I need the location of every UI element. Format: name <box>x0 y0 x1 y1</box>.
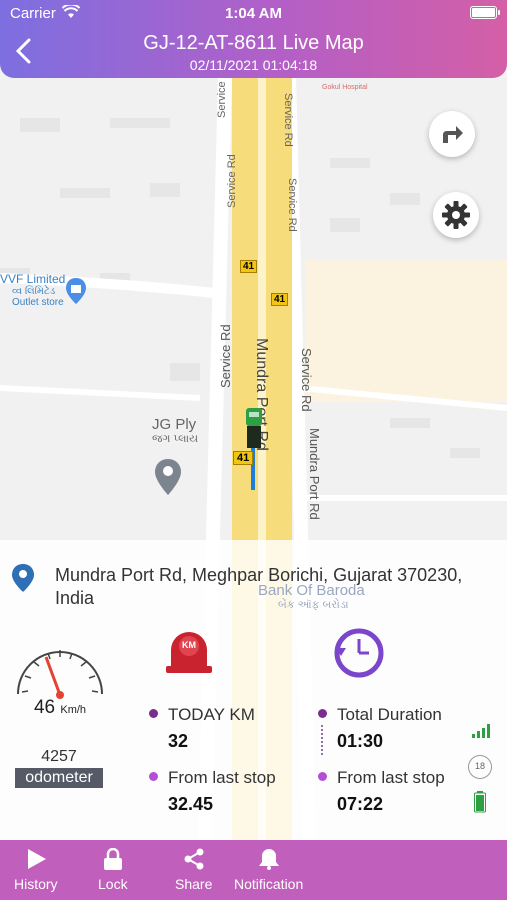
place-label: Bank Of Baroda બેંક ઑફ બરોડા <box>258 582 365 612</box>
app-header: Carrier 1:04 AM GJ-12-AT-8611 Live Map 0… <box>0 0 507 78</box>
tab-label: History <box>14 876 58 892</box>
tab-history[interactable]: History <box>14 848 58 892</box>
from-last-stop-km-value: 32.45 <box>168 794 214 814</box>
map-road-label: Mundra Port Rd <box>307 428 322 520</box>
highway-marker: 41 <box>233 451 254 465</box>
odometer-label: odometer <box>15 768 103 788</box>
place-name: VVF Limited <box>0 272 66 286</box>
share-icon <box>184 848 204 870</box>
clock-time: 1:04 AM <box>225 5 282 22</box>
tab-notification[interactable]: Notification <box>234 848 303 892</box>
km-meter-icon: KM <box>166 626 212 678</box>
map-road-label: Service Rd <box>226 154 238 208</box>
signal-strength-icon <box>472 724 490 738</box>
place-label: Gokul Hospital <box>322 84 368 91</box>
odometer-value: 4257 <box>41 748 77 765</box>
speed-unit: Km/h <box>60 704 87 716</box>
tab-label: Share <box>175 876 213 892</box>
lock-icon <box>103 848 122 870</box>
battery-icon <box>470 6 500 19</box>
directions-button[interactable] <box>429 111 475 157</box>
stat-label: TODAY KM <box>168 705 255 724</box>
page-title: GJ-12-AT-8611 Live Map <box>143 32 364 54</box>
place-subtitle: Outlet store <box>12 297 64 308</box>
place-label: VVF Limited વ્વ લિમિટેડ Outlet store <box>0 272 65 308</box>
page-datetime: 02/11/2021 01:04:18 <box>189 57 318 73</box>
vehicle-info-panel: Mundra Port Rd, Meghpar Borichi, Gujarat… <box>0 540 507 840</box>
play-icon <box>27 849 46 869</box>
shopping-bag-pin-icon[interactable] <box>66 278 86 304</box>
today-km-label: TODAY KM <box>149 705 255 725</box>
place-name-local: વ્વ લિમિટેડ <box>12 286 56 297</box>
location-pin-icon[interactable] <box>155 459 181 495</box>
gear-icon <box>442 201 470 229</box>
tab-label: Notification <box>234 876 304 892</box>
timeline-connector <box>321 725 323 755</box>
stat-label: From last stop <box>337 768 445 787</box>
tab-lock[interactable]: Lock <box>98 848 128 892</box>
total-duration-label: Total Duration <box>318 705 442 725</box>
place-label: JG Ply જગ પ્લાય <box>152 416 198 446</box>
place-name: Bank Of Baroda <box>258 582 365 599</box>
place-name-local: જગ પ્લાય <box>152 433 199 445</box>
tab-label: Lock <box>98 876 128 892</box>
location-pin-icon <box>12 564 34 592</box>
gps-satellite-icon: 18 <box>468 755 492 779</box>
from-last-stop-time-value: 07:22 <box>337 794 384 814</box>
speed-value: 46 <box>33 697 56 718</box>
place-name: JG Ply <box>152 416 197 433</box>
battery-icon <box>474 791 486 813</box>
turn-right-arrow-icon <box>443 126 463 143</box>
bell-icon <box>258 849 279 870</box>
bottom-tab-bar: History Lock Share Notification <box>0 840 507 900</box>
km-badge-text: KM <box>182 640 196 650</box>
place-name: Gokul Hospital <box>322 84 368 91</box>
truck-icon[interactable] <box>244 408 264 452</box>
today-km-value: 32 <box>168 731 189 751</box>
stat-label: Total Duration <box>337 705 442 724</box>
map-road-label: Service Rd <box>286 178 298 232</box>
highway-marker: 41 <box>240 260 258 273</box>
map-road-label: Service Rd <box>216 78 228 118</box>
stat-label: From last stop <box>168 768 276 787</box>
speed-readout: 46 Km/h <box>0 697 120 719</box>
settings-button[interactable] <box>433 192 479 238</box>
highway-marker: 41 <box>271 293 289 306</box>
map-road-label: Service Rd <box>218 324 233 388</box>
status-bar: Carrier 1:04 AM <box>0 0 507 26</box>
place-name-local: બેંક ઑફ બરોડા <box>278 599 349 611</box>
from-last-stop-time-label: From last stop <box>318 768 445 788</box>
speedometer-icon <box>17 650 103 699</box>
gps-satellite-count: 18 <box>474 761 485 771</box>
from-last-stop-km-label: From last stop <box>149 768 276 788</box>
map-road-label: Service Rd <box>299 348 314 412</box>
map-road-label: Service Rd <box>282 93 294 147</box>
tab-share[interactable]: Share <box>175 848 212 892</box>
total-duration-value: 01:30 <box>337 731 384 751</box>
clock-icon <box>334 628 384 678</box>
